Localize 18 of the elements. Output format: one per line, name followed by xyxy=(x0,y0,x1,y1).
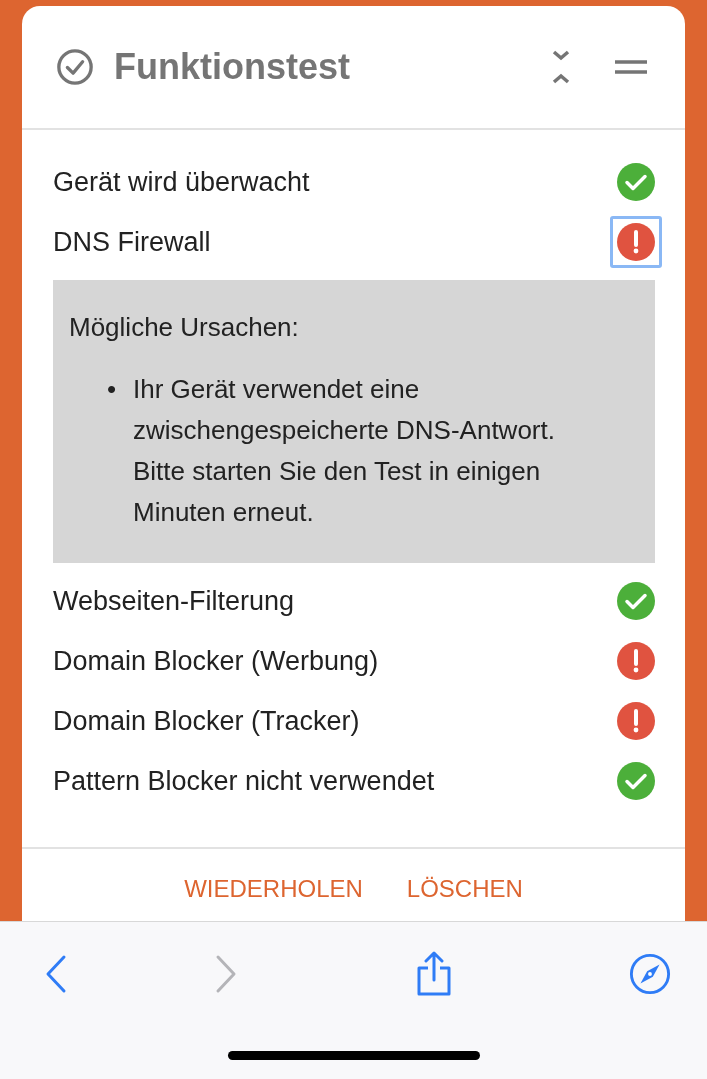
card-title: Funktionstest xyxy=(114,46,351,88)
error-icon[interactable] xyxy=(610,216,662,268)
test-label: DNS Firewall xyxy=(53,226,211,258)
compass-icon[interactable] xyxy=(629,953,671,995)
test-label: Domain Blocker (Werbung) xyxy=(53,645,379,677)
action-button[interactable]: WIEDERHOLEN xyxy=(184,875,363,903)
test-label: Webseiten-Filterung xyxy=(53,585,295,617)
action-button[interactable]: LÖSCHEN xyxy=(406,875,523,903)
menu-icon[interactable] xyxy=(615,60,647,74)
check-circle-icon xyxy=(56,48,94,86)
test-label: Pattern Blocker nicht verwendet xyxy=(53,765,435,797)
bullet-marker: • xyxy=(107,373,118,406)
collapse-icon[interactable] xyxy=(551,49,571,85)
back-icon[interactable] xyxy=(44,954,68,994)
test-label: Domain Blocker (Tracker) xyxy=(53,705,360,737)
test-label: Gerät wird überwacht xyxy=(53,166,310,198)
cause-text: Ihr Gerät verwendet eine zwischengespeicherte DNS-Antwort. Bitte starten Sie den Test in einigen Minuten erneut. xyxy=(133,373,556,529)
causes-heading: Mögliche Ursachen: xyxy=(69,312,300,343)
